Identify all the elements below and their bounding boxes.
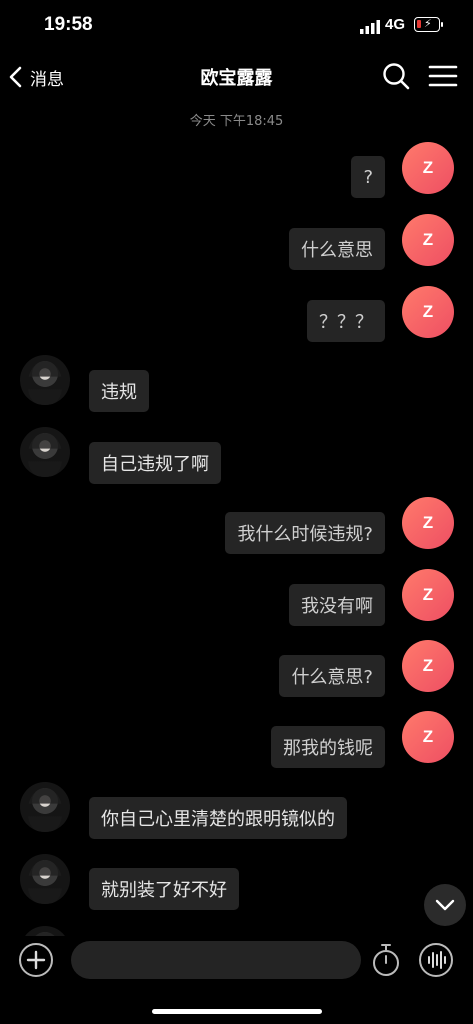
chevron-down-icon — [435, 899, 455, 911]
my-avatar[interactable]: Z — [402, 711, 454, 763]
message-bubble-received[interactable]: 你自己心里清楚的跟明镜似的 — [89, 797, 347, 839]
message-bubble-sent[interactable]: 什么意思? — [279, 655, 385, 697]
message-bubble-received[interactable]: 违规 — [89, 370, 149, 412]
message-bubble-sent[interactable]: ? — [351, 156, 385, 198]
battery-icon: ⚡ — [414, 17, 440, 32]
chevron-left-icon — [9, 66, 22, 88]
menu-icon[interactable] — [428, 64, 458, 88]
my-avatar[interactable]: Z — [402, 214, 454, 266]
chat-timestamp: 今天 下午18:45 — [189, 114, 284, 129]
my-avatar[interactable]: Z — [402, 640, 454, 692]
message-bubble-sent[interactable]: 什么意思 — [289, 228, 385, 270]
contact-avatar[interactable] — [20, 427, 70, 477]
home-indicator — [152, 1009, 322, 1014]
back-label: 消息 — [30, 69, 64, 90]
back-button[interactable]: 消息 — [8, 62, 78, 92]
battery-cap — [441, 22, 443, 27]
plus-icon[interactable] — [18, 942, 54, 978]
signal-icon — [360, 20, 380, 34]
network-type: 4G — [385, 16, 406, 33]
status-bar: 19:58 4G ⚡ — [0, 0, 473, 52]
timer-icon[interactable] — [370, 940, 402, 978]
my-avatar[interactable]: Z — [402, 286, 454, 338]
contact-avatar[interactable] — [20, 782, 70, 832]
message-input[interactable] — [71, 941, 361, 979]
message-bubble-sent[interactable]: 我没有啊 — [289, 584, 385, 626]
my-avatar[interactable]: Z — [402, 569, 454, 621]
contact-avatar[interactable] — [20, 854, 70, 904]
message-bubble-received[interactable]: 就别装了好不好 — [89, 868, 239, 910]
scroll-to-bottom-button[interactable] — [424, 884, 466, 926]
message-bubble-sent[interactable]: 我什么时候违规? — [225, 512, 385, 554]
search-icon[interactable] — [382, 62, 410, 90]
voice-icon[interactable] — [418, 942, 454, 978]
chat-header: 消息 欧宝露露 — [0, 52, 473, 100]
my-avatar[interactable]: Z — [402, 142, 454, 194]
my-avatar[interactable]: Z — [402, 497, 454, 549]
status-time: 19:58 — [44, 14, 93, 35]
input-bar — [0, 936, 473, 1024]
contact-avatar[interactable] — [20, 355, 70, 405]
message-bubble-received[interactable]: 自己违规了啊 — [89, 442, 221, 484]
message-bubble-sent[interactable]: 那我的钱呢 — [271, 726, 385, 768]
message-bubble-sent[interactable]: ？？？ — [307, 300, 385, 342]
